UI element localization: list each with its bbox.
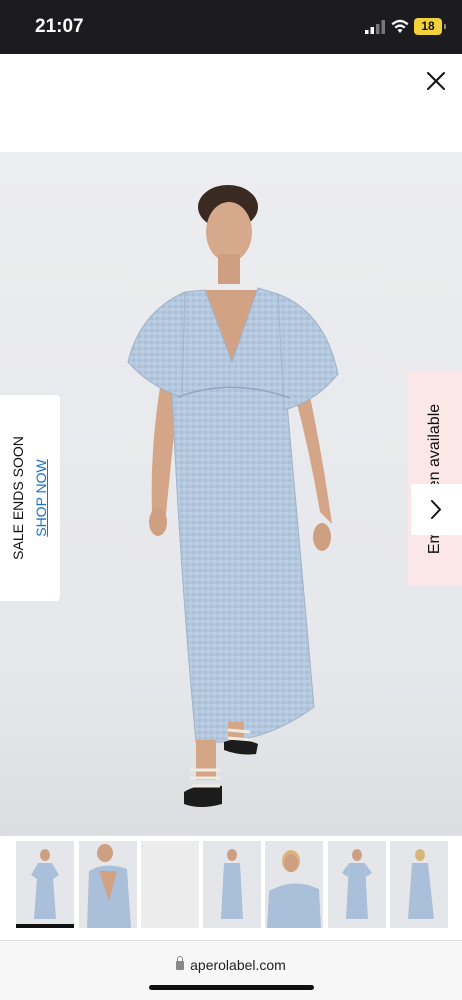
status-bar: 21:07 18 — [0, 0, 462, 54]
thumbnail[interactable] — [79, 841, 137, 928]
chevron-right-icon — [431, 500, 441, 519]
browser-address-bar[interactable]: aperolabel.com — [0, 940, 462, 1000]
thumbnail[interactable] — [265, 841, 323, 928]
signal-icon — [365, 20, 385, 34]
thumbnail-image — [408, 849, 434, 919]
status-time: 21:07 — [35, 16, 84, 37]
shop-now-link[interactable]: SHOP NOW — [33, 459, 49, 537]
thumbnail[interactable] — [141, 841, 199, 928]
battery-icon: 18 — [414, 18, 446, 35]
thumbnail-image — [221, 849, 243, 919]
thumbnail[interactable] — [328, 841, 386, 928]
email-when-available-button[interactable]: Email when available — [408, 372, 462, 586]
thumbnail-image — [267, 850, 321, 928]
thumbnail[interactable] — [390, 841, 448, 928]
wifi-icon — [391, 19, 409, 33]
sale-title: SALE ENDS SOON — [10, 436, 26, 560]
home-indicator[interactable] — [149, 985, 314, 990]
lock-icon — [176, 956, 185, 970]
thumbnail-image — [87, 844, 131, 928]
next-image-button[interactable] — [411, 484, 462, 535]
sale-banner: SALE ENDS SOON SHOP NOW — [0, 395, 60, 601]
thumbnail[interactable] — [203, 841, 261, 928]
thumbnail-image — [31, 849, 59, 919]
thumbnail-strip — [11, 835, 462, 933]
url-text: aperolabel.com — [190, 957, 286, 973]
close-icon[interactable] — [424, 69, 448, 93]
thumbnail-image — [342, 849, 372, 919]
product-image[interactable]: Email when available SALE ENDS SOON SHOP… — [0, 152, 462, 836]
modal-header — [0, 54, 462, 152]
thumbnail[interactable] — [16, 841, 74, 928]
model-illustration — [127, 185, 339, 807]
